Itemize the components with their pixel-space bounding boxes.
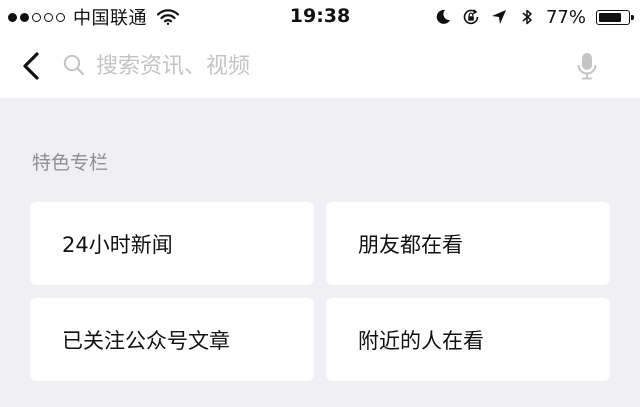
column-card-followed-accounts[interactable]: 已关注公众号文章 <box>30 298 314 381</box>
column-card-24h-news[interactable]: 24小时新闻 <box>30 202 314 285</box>
column-card-label: 附近的人在看 <box>358 328 484 353</box>
column-card-label: 朋友都在看 <box>358 232 463 257</box>
location-arrow-icon <box>491 10 506 24</box>
status-bar-right: 77% <box>434 6 634 28</box>
battery-nub <box>631 14 634 20</box>
search-icon <box>63 54 85 76</box>
bluetooth-icon <box>522 9 532 25</box>
column-card-friends-watching[interactable]: 朋友都在看 <box>326 202 610 285</box>
status-bar: 中国联通 19:38 77% <box>0 0 640 34</box>
battery-percentage: 77% <box>545 6 586 28</box>
column-card-label: 24小时新闻 <box>62 232 173 257</box>
battery-fill <box>599 12 621 22</box>
section-title: 特色专栏 <box>32 152 109 174</box>
battery-icon <box>596 9 634 25</box>
search-header <box>0 34 640 98</box>
search-input[interactable] <box>96 48 556 84</box>
column-card-label: 已关注公众号文章 <box>62 328 230 353</box>
moon-icon <box>436 9 450 24</box>
back-chevron-icon[interactable] <box>14 48 50 84</box>
column-card-nearby-watching[interactable]: 附近的人在看 <box>326 298 610 381</box>
rotation-lock-icon <box>463 9 479 25</box>
microphone-icon[interactable] <box>575 51 599 81</box>
